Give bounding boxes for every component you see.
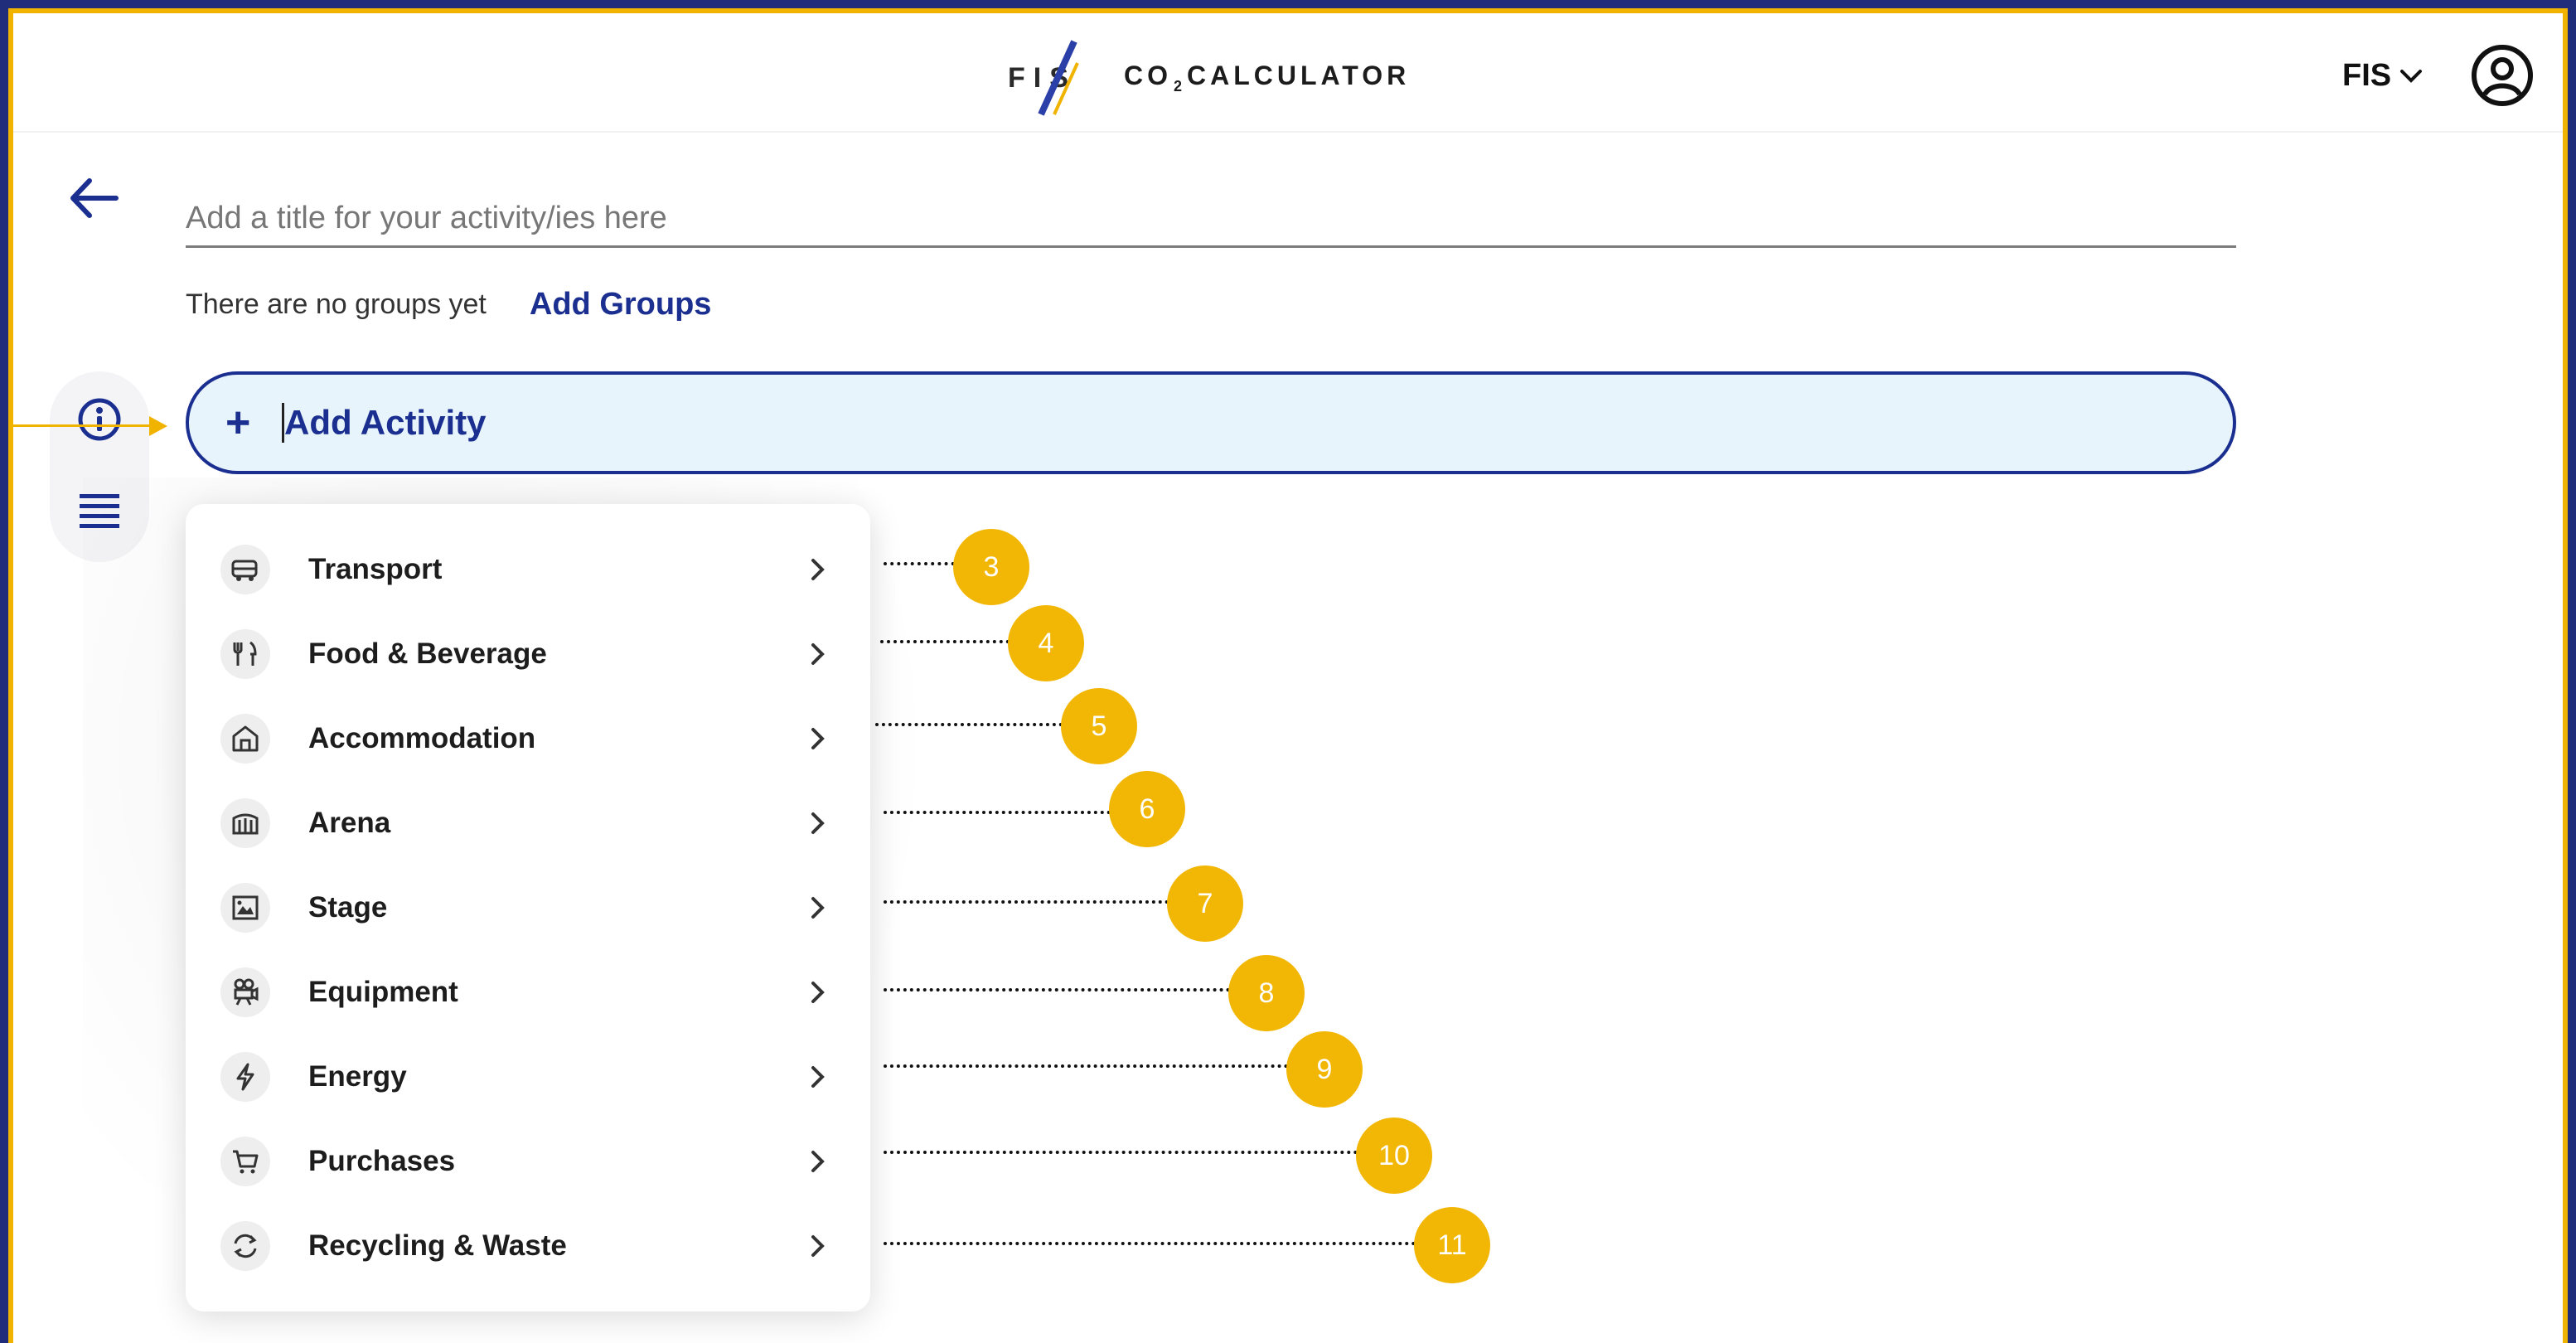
- menu-item-label: Arena: [308, 807, 391, 839]
- menu-item-transport[interactable]: Transport: [186, 527, 870, 612]
- menu-item-label: Stage: [308, 891, 388, 924]
- chevron-right-icon: [811, 812, 825, 834]
- chevron-right-icon: [811, 1235, 825, 1257]
- pointer-arrow-head: [149, 416, 167, 436]
- menu-item-label: Food & Beverage: [308, 638, 547, 670]
- menu-item-energy[interactable]: Energy: [186, 1035, 870, 1119]
- menu-item-label: Recycling & Waste: [308, 1229, 567, 1262]
- groups-row: There are no groups yet Add Groups: [186, 287, 711, 322]
- menu-item-stage[interactable]: Stage: [186, 865, 870, 950]
- cart-icon: [220, 1137, 270, 1186]
- chevron-down-icon: [2400, 69, 2423, 83]
- callout-badge: 5: [1061, 688, 1137, 764]
- recycle-icon: [220, 1221, 270, 1271]
- menu-item-purchases[interactable]: Purchases: [186, 1119, 870, 1204]
- callout-badge: 10: [1356, 1118, 1432, 1194]
- menu-item-accommodation[interactable]: Accommodation: [186, 696, 870, 781]
- callout-line: [884, 1242, 1422, 1245]
- add-activity-button[interactable]: + Add Activity: [186, 371, 2236, 474]
- menu-item-recycling-waste[interactable]: Recycling & Waste: [186, 1204, 870, 1288]
- groups-empty-text: There are no groups yet: [186, 288, 487, 320]
- menu-item-label: Equipment: [308, 976, 458, 1008]
- app-title-suffix: CALCULATOR: [1187, 61, 1411, 90]
- callout-badge: 11: [1414, 1207, 1490, 1283]
- stage-icon: [220, 883, 270, 933]
- callout-line: [884, 1151, 1364, 1154]
- menu-item-equipment[interactable]: Equipment: [186, 950, 870, 1035]
- callout-line: [884, 988, 1237, 991]
- fis-logo: FIS: [1008, 36, 1099, 119]
- callout-line: [880, 640, 1016, 643]
- activity-category-menu: Transport Food & Beverage Accommodation …: [186, 504, 870, 1311]
- user-avatar-icon[interactable]: [2470, 43, 2535, 108]
- chevron-right-icon: [811, 1066, 825, 1088]
- app-frame: FIS CO 2 CALCULATOR FIS Add a title for …: [8, 8, 2568, 1343]
- activity-title-input[interactable]: [186, 191, 2236, 248]
- chevron-right-icon: [811, 559, 825, 580]
- bus-icon: [220, 545, 270, 594]
- menu-item-label: Purchases: [308, 1145, 456, 1177]
- top-header: FIS CO 2 CALCULATOR FIS: [13, 13, 2563, 133]
- lightning-icon: [220, 1052, 270, 1102]
- add-activity-label: Add Activity: [284, 403, 487, 442]
- callout-badge: 7: [1167, 865, 1243, 942]
- back-arrow-icon[interactable]: [65, 169, 123, 227]
- app-title: CO 2 CALCULATOR: [1124, 61, 1410, 95]
- fis-logo-stroke-icon: [1038, 40, 1079, 116]
- chevron-right-icon: [811, 728, 825, 749]
- org-switcher-label: FIS: [2342, 58, 2392, 93]
- house-icon: [220, 714, 270, 764]
- callout-badge: 6: [1109, 771, 1185, 847]
- callout-line: [875, 723, 1069, 726]
- callout-line: [884, 1064, 1295, 1068]
- camera-icon: [220, 967, 270, 1017]
- callout-badge: 4: [1008, 605, 1084, 681]
- menu-item-label: Transport: [308, 553, 443, 585]
- callout-badge: 8: [1228, 955, 1305, 1031]
- pointer-arrow-line: [13, 424, 153, 427]
- add-groups-link[interactable]: Add Groups: [530, 287, 712, 322]
- chevron-right-icon: [811, 982, 825, 1003]
- callout-badge: 3: [953, 529, 1029, 605]
- chevron-right-icon: [811, 897, 825, 919]
- chevron-right-icon: [811, 643, 825, 665]
- app-title-prefix: CO: [1124, 61, 1172, 90]
- info-icon[interactable]: [75, 395, 124, 444]
- menu-item-arena[interactable]: Arena: [186, 781, 870, 865]
- callout-line: [884, 562, 961, 565]
- menu-item-label: Accommodation: [308, 722, 536, 754]
- callout-line: [884, 811, 1117, 814]
- chevron-right-icon: [811, 1151, 825, 1172]
- cutlery-icon: [220, 629, 270, 679]
- callout-badge: 9: [1286, 1031, 1363, 1108]
- menu-item-food-beverage[interactable]: Food & Beverage: [186, 612, 870, 696]
- callout-line: [884, 900, 1175, 904]
- brand-logo: FIS CO 2 CALCULATOR: [1008, 36, 1410, 119]
- app-title-sub: 2: [1174, 78, 1183, 95]
- plus-icon: +: [225, 399, 251, 447]
- arena-icon: [220, 798, 270, 848]
- org-switcher[interactable]: FIS: [2342, 58, 2423, 94]
- menu-item-label: Energy: [308, 1060, 407, 1093]
